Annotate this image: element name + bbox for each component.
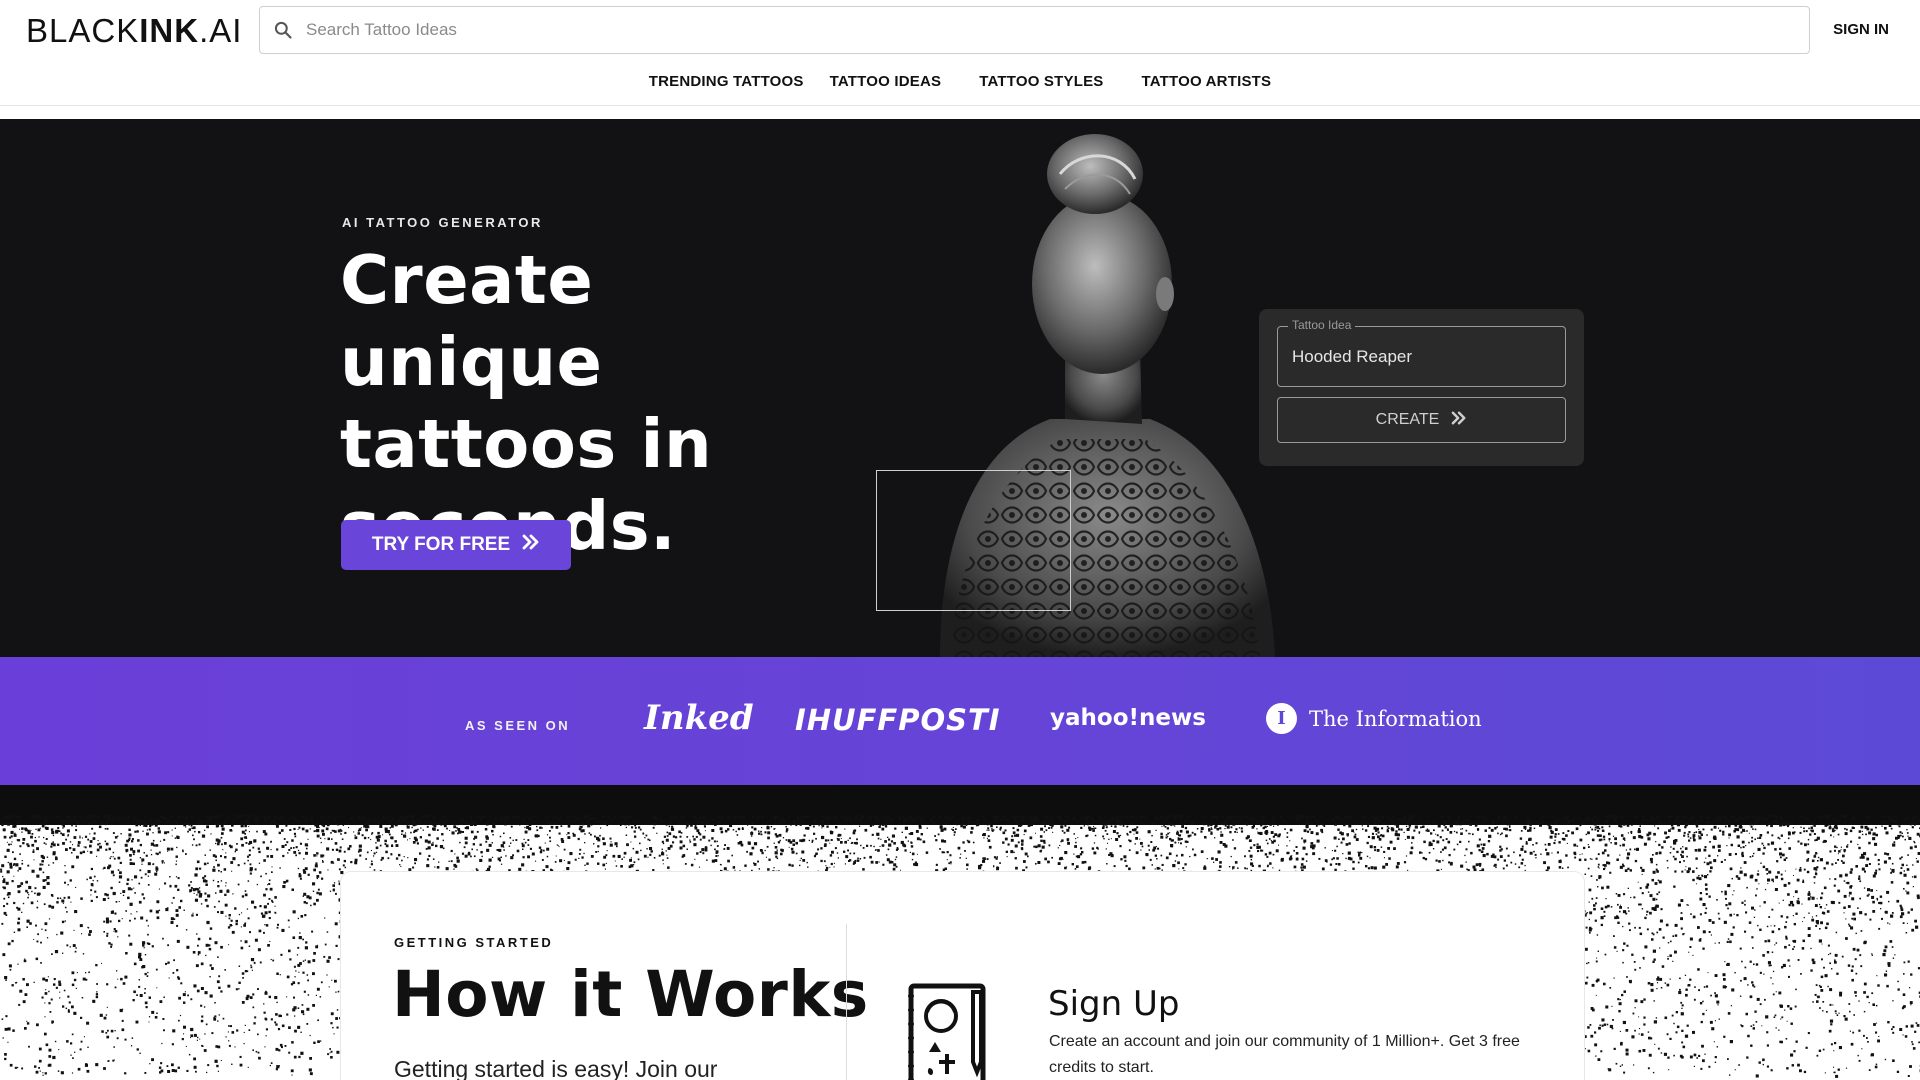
hero-section: AI TATTOO GENERATOR Create unique tattoo… (0, 119, 1920, 657)
the-information-text: The Information (1309, 706, 1482, 731)
logo-text-ink: INK (139, 12, 200, 49)
inked-logo: Inked (644, 698, 754, 738)
search-bar[interactable] (259, 6, 1810, 54)
hero-eyebrow: AI TATTOO GENERATOR (342, 215, 543, 230)
search-icon[interactable] (260, 20, 306, 40)
sketchbook-icon (908, 983, 986, 1080)
site-logo[interactable]: BLACKINK.AI (26, 12, 242, 50)
double-chevron-right-icon (522, 534, 540, 556)
tattoo-idea-field[interactable]: Tattoo Idea Hooded Reaper (1277, 318, 1566, 387)
tattoo-generator-card: Tattoo Idea Hooded Reaper CREATE (1259, 309, 1584, 466)
sign-up-step-text: Create an account and join our community… (1049, 1033, 1520, 1076)
nav-item-tattoo-artists[interactable]: TATTOO ARTISTS (1128, 73, 1284, 90)
the-information-logo: I The Information (1266, 703, 1482, 734)
selection-frame (876, 470, 1071, 611)
how-it-works-text: Getting started is easy! Join our (394, 1056, 718, 1080)
nav-item-tattoo-styles[interactable]: TATTOO STYLES (966, 73, 1128, 90)
tattoo-idea-label: Tattoo Idea (1288, 318, 1356, 332)
the-information-icon: I (1266, 703, 1297, 734)
nav-item-trending-tattoos[interactable]: TRENDING TATTOOS (636, 73, 817, 90)
logo-text-black: BLACK (26, 12, 140, 49)
try-for-free-button[interactable]: TRY FOR FREE (341, 520, 571, 570)
try-for-free-label: TRY FOR FREE (371, 534, 511, 555)
as-seen-on-bar: AS SEEN ON Inked IHUFFPOSTI yahoo!news I… (0, 657, 1920, 785)
huffpost-logo: IHUFFPOSTI (795, 703, 1001, 737)
as-seen-on-label: AS SEEN ON (465, 718, 571, 733)
nav-item-tattoo-ideas[interactable]: TATTOO IDEAS (817, 73, 967, 90)
sign-up-step-title: Sign Up (1048, 984, 1180, 1024)
logo-text-ai: .AI (199, 12, 243, 49)
search-input[interactable] (306, 20, 1786, 40)
tattoo-idea-value: Hooded Reaper (1292, 347, 1413, 366)
create-button[interactable]: CREATE (1277, 397, 1566, 443)
create-button-label: CREATE (1375, 411, 1440, 428)
section-divider (846, 924, 847, 1080)
sign-in-link[interactable]: SIGN IN (1833, 21, 1889, 38)
top-header: BLACKINK.AI SIGN IN TRENDING TATTOOS TAT… (0, 0, 1920, 106)
hero-title: Create unique tattoos in seconds. (340, 241, 713, 565)
how-it-works-title: How it Works (392, 958, 869, 1031)
how-it-works-eyebrow: GETTING STARTED (394, 935, 554, 950)
how-it-works-card: GETTING STARTED How it Works Getting sta… (341, 872, 1584, 1080)
yahoo-news-logo: yahoo!news (1050, 705, 1206, 731)
double-chevron-right-icon (1451, 411, 1467, 430)
main-nav: TRENDING TATTOOS TATTOO IDEAS TATTOO STY… (0, 73, 1920, 90)
